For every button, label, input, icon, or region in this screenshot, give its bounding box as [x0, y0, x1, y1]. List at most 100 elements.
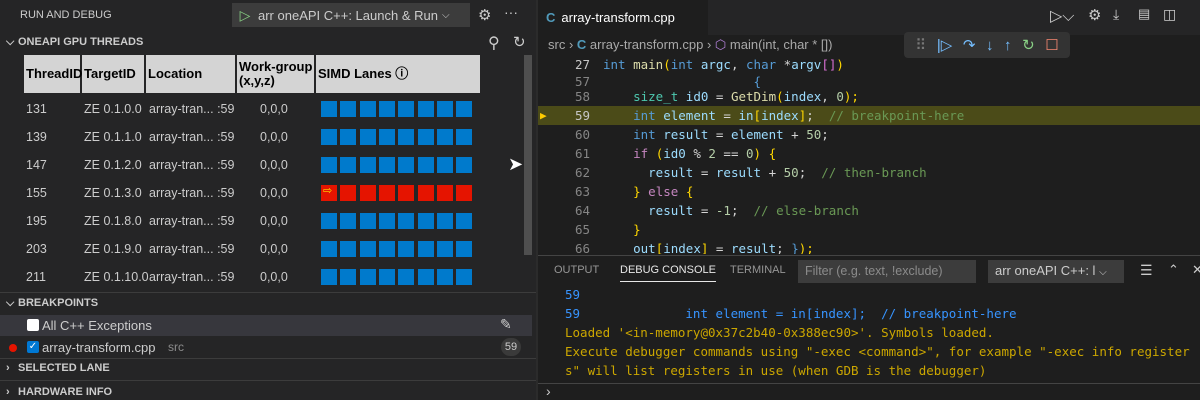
debug-session-select[interactable]: arr oneAPI C++: l ⌵ [988, 260, 1124, 283]
simd-lane[interactable] [398, 241, 415, 257]
thread-row[interactable]: 155 ZE 0.1.3.0 array-tran... :59 0,0,0 ⇨ [24, 179, 494, 207]
simd-lane[interactable] [417, 241, 434, 257]
simd-lane[interactable] [340, 129, 357, 145]
thread-row[interactable]: 139 ZE 0.1.1.0 array-tran... :59 0,0,0 [24, 123, 494, 151]
code-line[interactable]: 60 int result = element + 50; [538, 125, 1200, 144]
simd-lane[interactable] [417, 213, 434, 229]
simd-lane[interactable] [359, 213, 376, 229]
simd-lane[interactable] [417, 129, 434, 145]
code-line[interactable]: ▶ 59 int element = in[index]; // breakpoi… [538, 106, 1200, 125]
code-line[interactable]: 63 } else { [538, 182, 1200, 201]
exceptions-checkbox[interactable] [27, 319, 39, 331]
simd-lane[interactable] [340, 185, 357, 201]
scrollbar[interactable] [524, 55, 532, 255]
breadcrumb-function[interactable]: main(int, char * []) [730, 37, 833, 52]
split-editor-icon[interactable]: ◫ [1163, 6, 1176, 23]
simd-lane[interactable] [340, 101, 357, 117]
simd-lane[interactable] [456, 101, 473, 117]
thread-row[interactable]: 147 ZE 0.1.2.0 array-tran... :59 0,0,0 [24, 151, 494, 179]
simd-lane[interactable] [378, 269, 395, 285]
simd-lane[interactable] [398, 157, 415, 173]
simd-lane[interactable] [417, 269, 434, 285]
step-into-icon[interactable]: ↓ [986, 37, 994, 54]
thread-row[interactable]: 211 ZE 0.1.10.0 array-tran... :59 0,0,0 [24, 263, 494, 291]
binary-file-icon[interactable]: ▤ [1138, 6, 1150, 22]
simd-lane[interactable] [378, 185, 395, 201]
panel-tab-terminal[interactable]: TERMINAL [730, 264, 786, 276]
simd-lane[interactable] [398, 185, 415, 201]
simd-lane[interactable] [456, 269, 473, 285]
simd-lane[interactable] [321, 129, 337, 145]
code-line[interactable]: 66 out[index] = result; }); [538, 239, 1200, 254]
simd-lane[interactable] [436, 185, 453, 201]
simd-lane[interactable] [321, 269, 337, 285]
breakpoint-exceptions-row[interactable]: All C++ Exceptions ✎ [0, 315, 532, 336]
code-editor[interactable]: 27 int main(int argc, char *argv[]) 57 {58… [538, 54, 1200, 254]
simd-lane[interactable] [436, 157, 453, 173]
breadcrumb-src[interactable]: src [548, 37, 565, 52]
panel-tab-debug-console[interactable]: DEBUG CONSOLE [620, 264, 716, 282]
simd-lane[interactable] [398, 269, 415, 285]
simd-lane[interactable] [456, 213, 473, 229]
simd-lane[interactable] [417, 157, 434, 173]
simd-lane[interactable] [436, 101, 453, 117]
simd-lane[interactable] [417, 185, 434, 201]
search-icon[interactable]: ⚲ [488, 33, 500, 53]
simd-lane[interactable] [456, 157, 473, 173]
simd-lane[interactable] [378, 213, 395, 229]
simd-lane[interactable] [359, 241, 376, 257]
simd-lane[interactable] [378, 129, 395, 145]
breakpoint-file-row[interactable]: ✓ array-transform.cpp src 59 [0, 337, 532, 358]
start-debug-icon[interactable]: ▷ [232, 7, 258, 24]
close-panel-icon[interactable]: ✕ [1192, 262, 1200, 278]
simd-lane[interactable] [417, 101, 434, 117]
simd-lane[interactable] [436, 241, 453, 257]
thread-row[interactable]: 195 ZE 0.1.8.0 array-tran... :59 0,0,0 [24, 207, 494, 235]
console-filter-input[interactable]: Filter (e.g. text, !exclude) [798, 260, 976, 283]
gear-icon[interactable]: ⚙ [1088, 6, 1101, 24]
code-line[interactable]: 61 if (id0 % 2 == 0) { [538, 144, 1200, 163]
drag-handle-icon[interactable]: ⠿ [915, 36, 926, 54]
breadcrumb-file[interactable]: array-transform.cpp [590, 37, 703, 52]
restart-icon[interactable]: ↻ [1022, 36, 1035, 54]
console-prompt-icon[interactable]: › [546, 383, 551, 399]
code-line[interactable]: 65 } [538, 220, 1200, 239]
run-debug-icon[interactable]: ▷⌵ [1050, 6, 1074, 26]
selected-lane-section-header[interactable]: › SELECTED LANE [6, 362, 110, 374]
simd-lane[interactable] [359, 101, 376, 117]
clear-console-icon[interactable]: ☰ [1140, 262, 1153, 279]
simd-lane[interactable] [359, 157, 376, 173]
simd-lane[interactable] [321, 241, 337, 257]
thread-row[interactable]: 203 ZE 0.1.9.0 array-tran... :59 0,0,0 [24, 235, 494, 263]
simd-lane[interactable] [378, 157, 395, 173]
simd-lane[interactable] [378, 241, 395, 257]
simd-lane[interactable] [456, 185, 473, 201]
breakpoints-section-header[interactable]: ⌵ BREAKPOINTS [6, 297, 98, 310]
simd-lane[interactable]: ⇨ [321, 185, 337, 201]
simd-lane[interactable] [359, 185, 376, 201]
code-line[interactable]: 58 size_t id0 = GetDim(index, 0); [538, 87, 1200, 106]
edit-pencil-icon[interactable]: ✎ [500, 316, 512, 333]
simd-lane[interactable] [340, 157, 357, 173]
code-line[interactable]: 62 result = result + 50; // then-branch [538, 163, 1200, 182]
simd-lane[interactable] [378, 101, 395, 117]
simd-lane[interactable] [456, 129, 473, 145]
maximize-panel-icon[interactable]: ⌃ [1168, 262, 1179, 278]
simd-lane[interactable] [340, 241, 357, 257]
hardware-info-section-header[interactable]: › HARDWARE INFO [6, 386, 112, 398]
simd-lane[interactable] [340, 269, 357, 285]
simd-lane[interactable] [398, 129, 415, 145]
simd-lane[interactable] [359, 129, 376, 145]
continue-icon[interactable]: |▷ [937, 36, 952, 54]
simd-lane[interactable] [321, 157, 337, 173]
tab-array-transform[interactable]: C array-transform.cpp [538, 0, 708, 35]
simd-lane[interactable] [456, 241, 473, 257]
panel-tab-output[interactable]: OUTPUT [554, 264, 599, 276]
simd-lane[interactable] [340, 213, 357, 229]
stop-icon[interactable]: ☐ [1045, 36, 1058, 54]
simd-lane[interactable] [398, 213, 415, 229]
step-out-icon[interactable]: ↑ [1004, 37, 1012, 54]
simd-lane[interactable] [436, 269, 453, 285]
simd-lane[interactable] [436, 129, 453, 145]
threads-section-header[interactable]: ⌵ ONEAPI GPU THREADS [6, 36, 143, 49]
